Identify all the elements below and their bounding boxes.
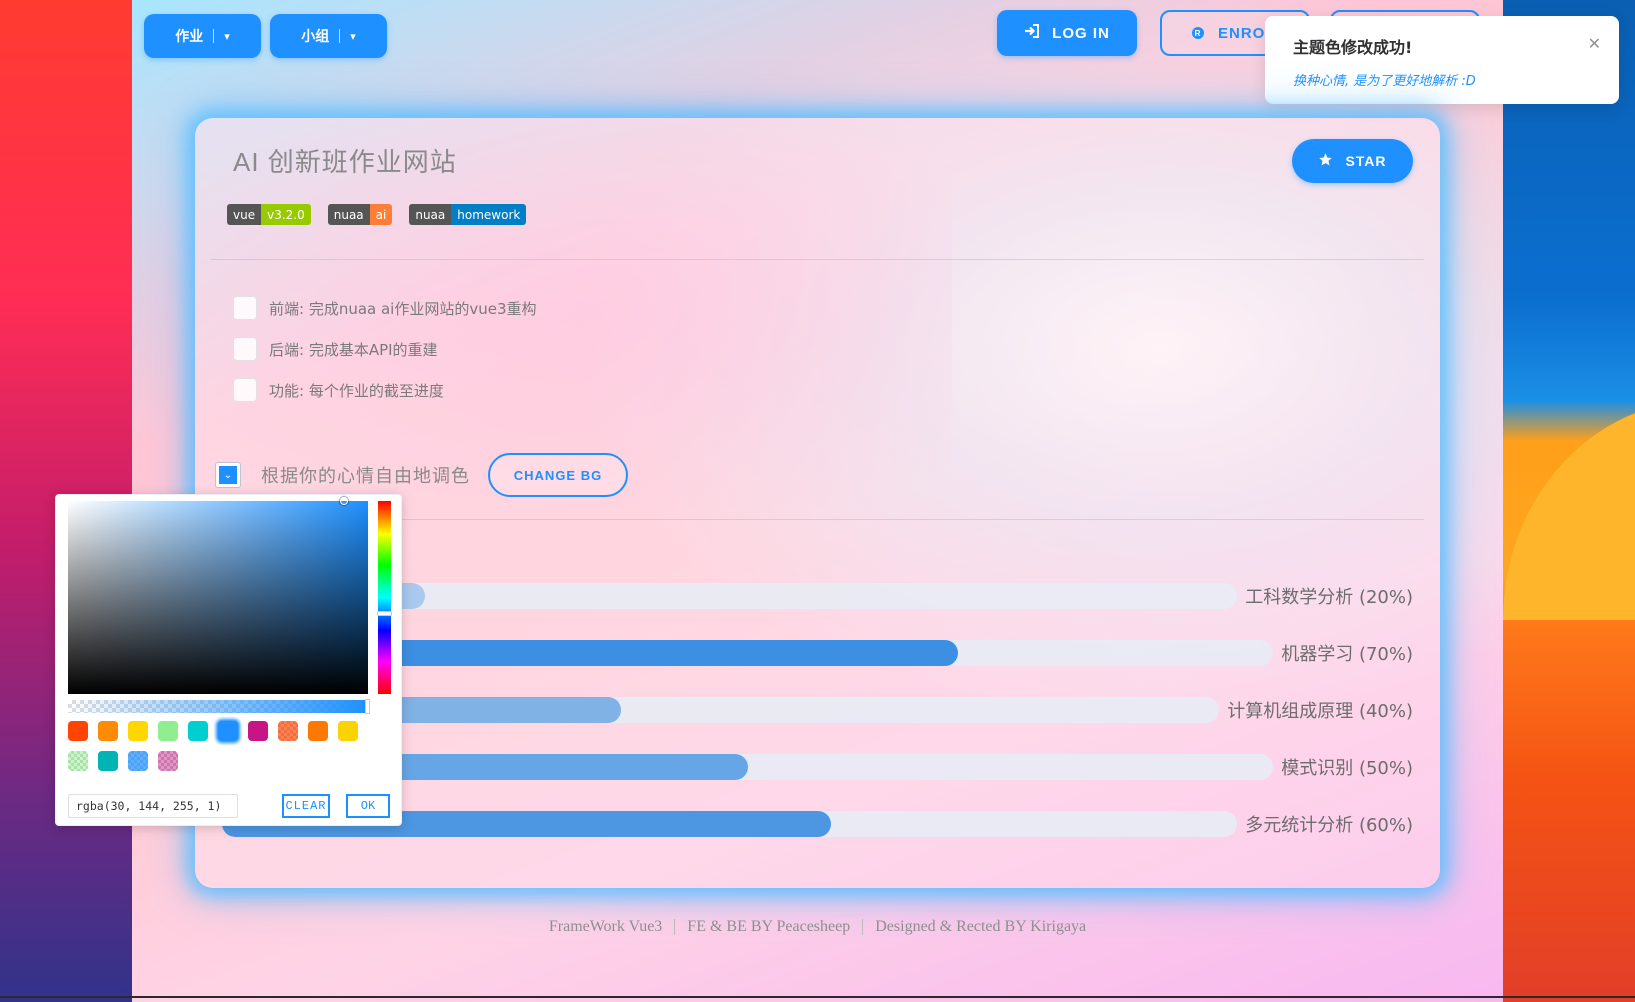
- login-button[interactable]: LOG IN: [997, 10, 1137, 56]
- ok-button[interactable]: OK: [346, 794, 390, 818]
- preset-colors: [68, 721, 368, 771]
- task-item[interactable]: 功能: 每个作业的截至进度: [233, 378, 444, 402]
- clear-button[interactable]: CLEAR: [282, 794, 330, 818]
- group-dropdown[interactable]: 小组 ▾: [270, 14, 387, 58]
- theme-color-row: ⌄ 根据你的心情自由地调色 CHANGE BG: [215, 453, 628, 497]
- notification-toast: 主题色修改成功! 换种心情, 是为了更好地解析 :D ✕: [1265, 16, 1619, 104]
- close-icon[interactable]: ✕: [1588, 34, 1601, 53]
- preset-color-swatch[interactable]: [338, 721, 358, 741]
- preset-color-swatch[interactable]: [128, 751, 148, 771]
- star-label: STAR: [1345, 153, 1387, 169]
- preset-color-swatch[interactable]: [158, 751, 178, 771]
- chevron-down-icon: ▾: [224, 29, 230, 43]
- homework-dropdown-label: 作业: [175, 29, 204, 45]
- footer: FrameWork Vue3 FE & BE BY Peacesheep Desig…: [0, 918, 1635, 936]
- task-item[interactable]: 后端: 完成基本API的重建: [233, 337, 438, 361]
- preset-color-swatch[interactable]: [158, 721, 178, 741]
- window-edge: [0, 996, 1635, 998]
- preset-color-swatch[interactable]: [188, 721, 208, 741]
- course-label: 工科数学分析 (20%): [1245, 587, 1413, 608]
- course-label: 机器学习 (70%): [1281, 644, 1413, 665]
- task-checkbox[interactable]: [233, 337, 257, 361]
- page-title: AI 创新班作业网站: [233, 147, 457, 177]
- color-picker-panel: CLEAR OK: [55, 494, 402, 826]
- footer-item: FE & BE BY Peacesheep: [687, 918, 851, 935]
- alpha-thumb[interactable]: [365, 699, 370, 714]
- task-label: 后端: 完成基本API的重建: [269, 340, 438, 359]
- sv-cursor[interactable]: [340, 497, 348, 505]
- task-item[interactable]: 前端: 完成nuaa ai作业网站的vue3重构: [233, 296, 537, 320]
- preset-color-swatch[interactable]: [98, 721, 118, 741]
- task-checkbox[interactable]: [233, 296, 257, 320]
- divider: [211, 259, 1424, 260]
- chevron-down-icon: ⌄: [219, 466, 237, 484]
- color-value-input[interactable]: [68, 794, 238, 818]
- change-bg-button[interactable]: CHANGE BG: [488, 453, 628, 497]
- preset-color-swatch[interactable]: [278, 721, 298, 741]
- homework-badge: nuaa homework: [409, 204, 527, 225]
- registered-icon: R: [1192, 27, 1204, 39]
- footer-item: Designed & Rected BY Kirigaya: [875, 918, 1087, 935]
- preset-color-swatch[interactable]: [128, 721, 148, 741]
- task-label: 功能: 每个作业的截至进度: [269, 381, 444, 400]
- group-dropdown-label: 小组: [301, 29, 330, 45]
- color-picker-trigger[interactable]: ⌄: [215, 462, 241, 488]
- footer-item: FrameWork Vue3: [548, 918, 663, 935]
- login-label: LOG IN: [1052, 24, 1110, 42]
- preset-color-swatch[interactable]: [218, 721, 238, 741]
- task-label: 前端: 完成nuaa ai作业网站的vue3重构: [269, 299, 537, 318]
- saturation-value-panel[interactable]: [68, 497, 368, 694]
- preset-color-swatch[interactable]: [68, 721, 88, 741]
- task-checkbox[interactable]: [233, 378, 257, 402]
- chevron-down-icon: ▾: [350, 29, 356, 43]
- course-label: 多元统计分析 (60%): [1245, 815, 1413, 836]
- toast-message: 换种心情, 是为了更好地解析 :D: [1293, 74, 1476, 89]
- toast-title: 主题色修改成功!: [1293, 38, 1413, 57]
- color-label: 根据你的心情自由地调色: [261, 466, 470, 487]
- preset-color-swatch[interactable]: [308, 721, 328, 741]
- hue-thumb[interactable]: [377, 611, 392, 616]
- preset-color-swatch[interactable]: [98, 751, 118, 771]
- course-label: 计算机组成原理 (40%): [1227, 701, 1413, 722]
- version-badge: vue v3.2.0: [227, 204, 311, 225]
- homework-dropdown[interactable]: 作业 ▾: [144, 14, 261, 58]
- star-icon: [1318, 152, 1333, 170]
- preset-color-swatch[interactable]: [68, 751, 88, 771]
- course-label: 模式识别 (50%): [1281, 758, 1413, 779]
- badge-list: vue v3.2.0 nuaa ai nuaa homework: [227, 204, 527, 225]
- star-button[interactable]: STAR: [1292, 139, 1413, 183]
- desktop-wallpaper-right: [1503, 0, 1635, 1002]
- ai-badge: nuaa ai: [327, 204, 393, 225]
- hue-slider[interactable]: [377, 501, 392, 694]
- sign-in-icon: [1024, 24, 1040, 42]
- alpha-slider[interactable]: [68, 699, 370, 714]
- preset-color-swatch[interactable]: [248, 721, 268, 741]
